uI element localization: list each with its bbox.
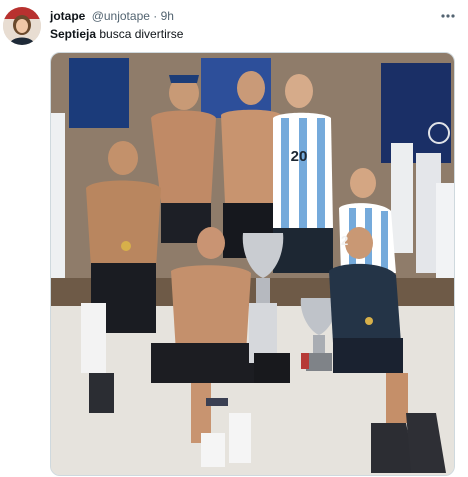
medal-icon xyxy=(121,241,131,251)
more-options-button[interactable] xyxy=(438,7,458,25)
separator-dot: · xyxy=(153,9,158,23)
avatar-portrait xyxy=(3,7,41,45)
tweet-header: jotape @unjotape · 9h xyxy=(50,9,174,23)
tweet-text: Septieja busca divertirse xyxy=(50,27,183,41)
jersey-number-2: 2 xyxy=(341,233,348,248)
timestamp[interactable]: 9h xyxy=(161,9,174,23)
floor-item xyxy=(301,353,309,369)
wall-banner-left xyxy=(69,58,129,128)
tweet[interactable]: jotape @unjotape · 9h Septieja busca div… xyxy=(0,0,468,477)
medal-icon-2 xyxy=(365,317,373,325)
tweet-photo[interactable]: 20 2 xyxy=(50,52,455,476)
team-celebration-photo: 20 2 xyxy=(51,53,454,475)
more-horizontal-icon xyxy=(441,14,455,18)
jersey-number-20: 20 xyxy=(291,148,308,165)
user-handle[interactable]: @unjotape xyxy=(92,9,150,23)
phone-on-floor xyxy=(206,398,228,406)
tweet-text-bold: Septieja xyxy=(50,27,97,41)
display-name[interactable]: jotape xyxy=(50,9,85,23)
tweet-text-rest: busca divertirse xyxy=(96,27,184,41)
user-avatar[interactable] xyxy=(3,7,41,45)
